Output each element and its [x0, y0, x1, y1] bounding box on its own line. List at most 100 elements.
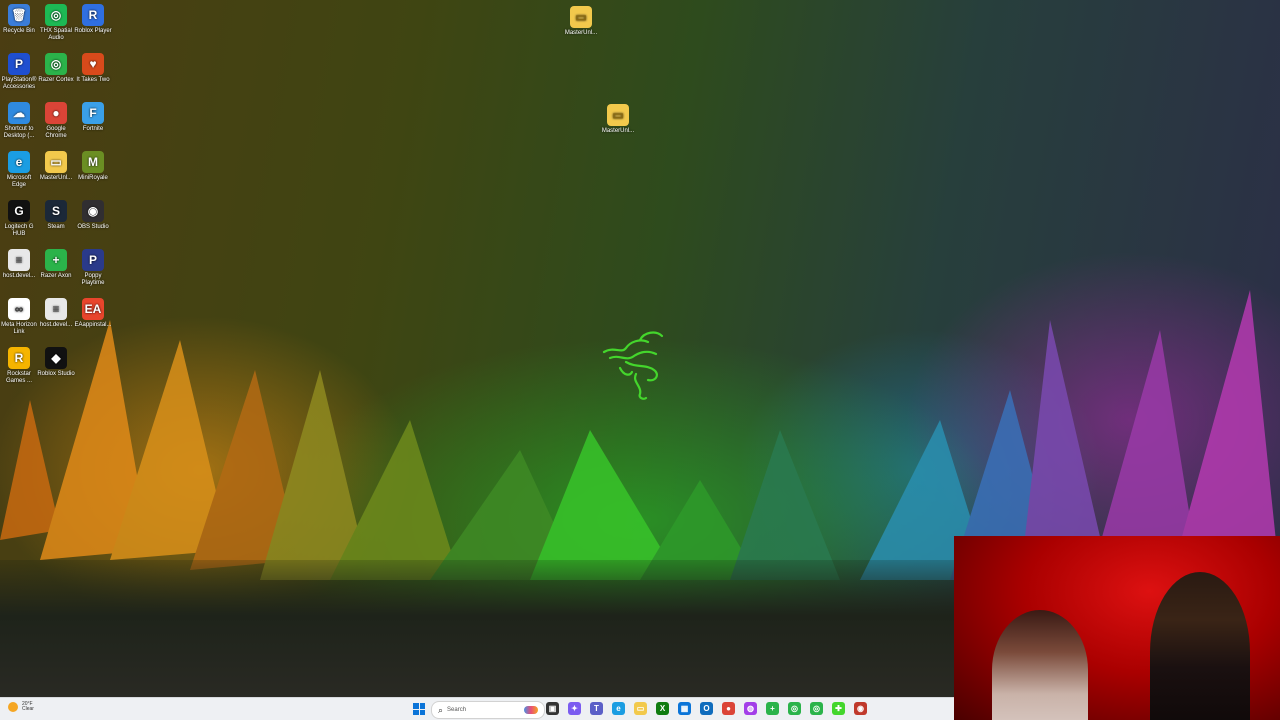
- app-icon: R: [8, 347, 30, 369]
- desktop-icon-label: Shortcut to Desktop (...: [3, 126, 35, 139]
- taskbar-app-razer-app[interactable]: ✚: [832, 702, 845, 715]
- search-placeholder: Search: [447, 707, 467, 713]
- taskbar: 20°F Clear ⌕ Search ▣ ✦ Te ▭ X ▦ O ● ◍ + ◎ ◎ ✚ ◉: [0, 697, 954, 720]
- desktop-icon-label: Recycle Bin: [3, 28, 35, 34]
- taskbar-app-store[interactable]: ▦: [678, 702, 691, 715]
- sun-icon: [8, 702, 18, 712]
- app-icon: ●: [45, 102, 67, 124]
- desktop-icon-obs-studio[interactable]: ◉ OBS Studio: [73, 200, 113, 231]
- desktop-icon-eaappinstal[interactable]: EA EAappinstal...: [73, 298, 113, 329]
- desktop-icon-recycle-bin[interactable]: 🗑 Recycle Bin: [0, 4, 39, 35]
- desktop-icon-label: Razer Axon: [40, 273, 72, 279]
- app-icon: ☁: [8, 102, 30, 124]
- desktop-icon-label: Poppy Playtime: [81, 273, 105, 286]
- desktop-icon-it-takes-two[interactable]: ♥ It Takes Two: [73, 53, 113, 84]
- app-icon: 🗑: [8, 4, 30, 26]
- desktop-icon-label: Razer Cortex: [38, 77, 74, 83]
- app-icon: ≡: [8, 249, 30, 271]
- windows-logo-icon-pane: [419, 703, 425, 709]
- desktop-icon-masterunl[interactable]: ▭ MasterUnl...: [36, 151, 76, 182]
- taskbar-app-task-view[interactable]: ▣: [546, 702, 559, 715]
- app-icon: EA: [82, 298, 104, 320]
- app-icon: ◎: [45, 53, 67, 75]
- desktop-icon-roblox-studio[interactable]: ◆ Roblox Studio: [36, 347, 76, 378]
- folder-icon: ▭: [607, 104, 629, 126]
- desktop-icon-label: Meta Horizon Link: [1, 322, 37, 335]
- desktop-icon-label: Rockstar Games ...: [5, 371, 32, 384]
- razer-logo: [602, 331, 664, 400]
- taskbar-app-file-explorer[interactable]: ▭: [634, 702, 647, 715]
- search-highlight-icon: [524, 706, 538, 714]
- desktop-icon-label: Microsoft Edge: [6, 175, 32, 188]
- weather-text: 20°F Clear: [22, 702, 34, 712]
- taskbar-search-box[interactable]: ⌕ Search: [431, 701, 545, 719]
- desktop-icon-label: MasterUnl...: [601, 128, 635, 134]
- app-icon: e: [8, 151, 30, 173]
- desktop-icon-label: Google Chrome: [45, 126, 67, 139]
- desktop-icon-label: host.devel...: [2, 273, 36, 279]
- desktop-icon-label: MasterUnl...: [39, 175, 73, 181]
- desktop-icon-host-devel[interactable]: ≡ host.devel...: [36, 298, 76, 329]
- desktop-icon-shortcut-to-desktop[interactable]: ☁ Shortcut to Desktop (...: [0, 102, 39, 140]
- windows-logo-icon: [413, 703, 419, 709]
- app-icon: ≡: [45, 298, 67, 320]
- weather-widget[interactable]: 20°F Clear: [8, 702, 34, 712]
- desktop-icon-label: MiniRoyale: [78, 175, 108, 181]
- desktop-icon-fortnite[interactable]: F Fortnite: [73, 102, 113, 133]
- taskbar-app-teams[interactable]: T: [590, 702, 603, 715]
- desktop-icon-steam[interactable]: S Steam: [36, 200, 76, 231]
- desktop-folder-masterunl-1[interactable]: ▭ MasterUnl...: [561, 6, 601, 37]
- webcam-person-left: [992, 610, 1088, 720]
- taskbar-app-xbox[interactable]: X: [656, 702, 669, 715]
- taskbar-app-edge[interactable]: e: [612, 702, 625, 715]
- webcam-person-right: [1150, 572, 1250, 720]
- windows-logo-icon-pane: [419, 709, 425, 715]
- app-icon: S: [45, 200, 67, 222]
- desktop-icon-meta-horizon-link[interactable]: ∞ Meta Horizon Link: [0, 298, 39, 336]
- app-icon: G: [8, 200, 30, 222]
- desktop-icon-thx-spatial-audio[interactable]: ◎ THX Spatial Audio: [36, 4, 76, 42]
- desktop-icon-razer-cortex[interactable]: ◎ Razer Cortex: [36, 53, 76, 84]
- taskbar-app-copilot[interactable]: ✦: [568, 702, 581, 715]
- webcam-overlay: [954, 536, 1280, 720]
- desktop-icon-label: OBS Studio: [77, 224, 109, 230]
- desktop-icon-rockstar-games[interactable]: R Rockstar Games ...: [0, 347, 39, 385]
- taskbar-app-razer-synapse[interactable]: ◎: [810, 702, 823, 715]
- desktop-icon-roblox-player[interactable]: R Roblox Player: [73, 4, 113, 35]
- app-icon: R: [82, 4, 104, 26]
- desktop-icon-label: MasterUnl...: [564, 30, 598, 36]
- desktop-icon-label: Roblox Player: [74, 28, 112, 34]
- app-icon: M: [82, 151, 104, 173]
- app-icon: ◎: [45, 4, 67, 26]
- app-icon: ♥: [82, 53, 104, 75]
- desktop-icon-label: Steam: [47, 224, 65, 230]
- desktop-icon-logitech-g-hub[interactable]: G Logitech G HUB: [0, 200, 39, 238]
- app-icon: P: [82, 249, 104, 271]
- app-icon: P: [8, 53, 30, 75]
- desktop-folder-masterunl-2[interactable]: ▭ MasterUnl...: [598, 104, 638, 135]
- folder-icon: ▭: [570, 6, 592, 28]
- taskbar-app-chrome[interactable]: ●: [722, 702, 735, 715]
- start-button[interactable]: [413, 703, 425, 715]
- desktop-icon-label: host.devel...: [39, 322, 73, 328]
- taskbar-app-outlook[interactable]: O: [700, 702, 713, 715]
- taskbar-app-razer-cortex[interactable]: ◎: [788, 702, 801, 715]
- desktop-icon-label: PlayStation® Accessories: [1, 77, 37, 90]
- app-icon: ▭: [45, 151, 67, 173]
- desktop-icon-label: Fortnite: [82, 126, 104, 132]
- desktop-icon-microsoft-edge[interactable]: e Microsoft Edge: [0, 151, 39, 189]
- taskbar-app-messenger[interactable]: ◍: [744, 702, 757, 715]
- desktop-icon-google-chrome[interactable]: ● Google Chrome: [36, 102, 76, 140]
- desktop-icon-poppy-playtime[interactable]: P Poppy Playtime: [73, 249, 113, 287]
- desktop-icon-razer-axon[interactable]: + Razer Axon: [36, 249, 76, 280]
- taskbar-app-obs-record[interactable]: ◉: [854, 702, 867, 715]
- weather-desc: Clear: [22, 706, 34, 712]
- desktop-icon-label: THX Spatial Audio: [39, 28, 72, 41]
- taskbar-app-razer-axon[interactable]: +: [766, 702, 779, 715]
- desktop-icon-playstation-accessories[interactable]: P PlayStation® Accessories: [0, 53, 39, 91]
- desktop-icon-miniroyale[interactable]: M MiniRoyale: [73, 151, 113, 182]
- desktop-icon-label: Roblox Studio: [37, 371, 75, 377]
- desktop-icon-label: Logitech G HUB: [4, 224, 34, 237]
- desktop-icon-label: It Takes Two: [76, 77, 110, 83]
- desktop-icon-host-devel[interactable]: ≡ host.devel...: [0, 249, 39, 280]
